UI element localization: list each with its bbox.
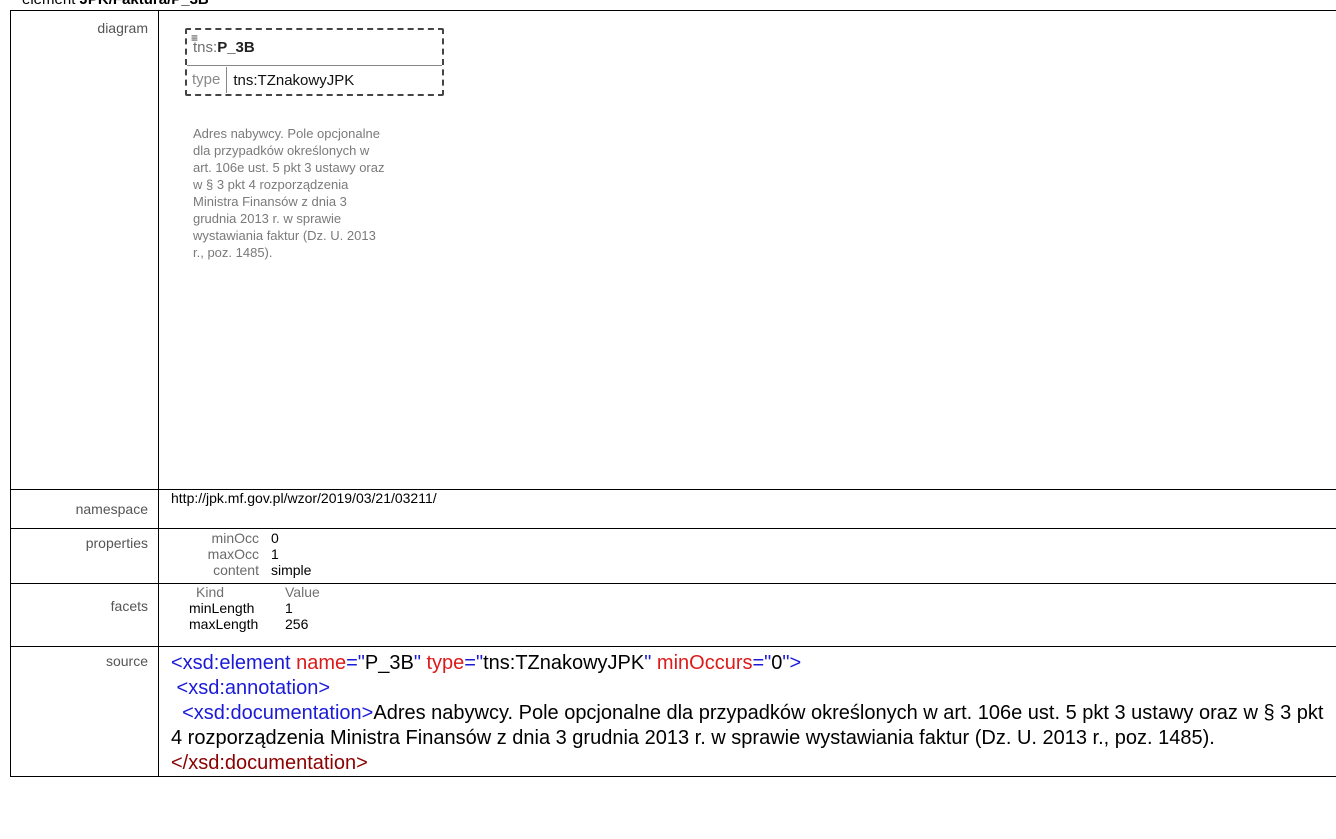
property-value: 0: [271, 530, 279, 546]
element-type-row: type tns:TZnakowyJPK: [187, 65, 442, 94]
source-attr-name: name: [290, 652, 347, 674]
namespace-label: namespace: [10, 489, 159, 529]
source-line-3: <xsd:documentation>Adres nabywcy. Pole o…: [171, 701, 1336, 776]
source-attr-value: P_3B: [364, 652, 414, 674]
facet-row: maxLength 256: [189, 616, 1336, 632]
type-label: type: [187, 67, 228, 93]
property-key: content: [213, 562, 259, 578]
element-prefix: tns:: [193, 39, 218, 56]
element-node-name: tns:P_3B: [193, 39, 255, 56]
source-tag-close: ">: [782, 652, 802, 674]
facets-label: facets: [10, 583, 159, 647]
facet-value: 1: [285, 600, 293, 616]
source-code: <xsd:element name="P_3B" type="tns:TZnak…: [159, 647, 1336, 776]
source-cell: <xsd:element name="P_3B" type="tns:TZnak…: [158, 646, 1336, 777]
element-doc-table: diagram ≡ tns:P_3B type tns:TZnakowyJPK …: [10, 10, 1336, 777]
namespace-value: http://jpk.mf.gov.pl/wzor/2019/03/21/032…: [171, 490, 437, 506]
facets-header: Kind Value: [189, 584, 1336, 600]
properties-label: properties: [10, 528, 159, 584]
page-title-element-path: JPK/Faktura/P_3B: [80, 0, 209, 8]
source-attr-type: type: [420, 652, 465, 674]
source-eq: =": [752, 652, 772, 674]
source-attr-value: 0: [771, 652, 783, 674]
element-node[interactable]: ≡ tns:P_3B type tns:TZnakowyJPK: [185, 28, 446, 98]
diagram-row: diagram ≡ tns:P_3B type tns:TZnakowyJPK …: [10, 10, 1336, 490]
source-documentation-open: <xsd:documentation>: [171, 702, 374, 724]
facets-header-kind: Kind: [196, 584, 225, 600]
properties-list: minOcc 0 maxOcc 1 content simple: [159, 529, 1336, 578]
facet-value: 256: [285, 616, 309, 632]
source-line-1: <xsd:element name="P_3B" type="tns:TZnak…: [171, 651, 1336, 676]
page-title: element JPK/Faktura/P_3B: [22, 0, 209, 9]
source-attr-minoccurs: minOccurs: [651, 652, 753, 674]
diagram-cell: ≡ tns:P_3B type tns:TZnakowyJPK Adres na…: [158, 10, 1336, 490]
facet-kind: minLength: [189, 600, 255, 616]
source-annotation-tag: <xsd:annotation>: [171, 677, 331, 699]
source-documentation-close: </xsd:documentation>: [171, 752, 368, 774]
facets-row: facets Kind Value minLength 1 maxLength 256: [10, 583, 1336, 647]
properties-cell: minOcc 0 maxOcc 1 content simple: [158, 528, 1336, 584]
facet-kind: maxLength: [189, 616, 259, 632]
property-key: minOcc: [211, 530, 259, 546]
facet-row: minLength 1: [189, 600, 1336, 616]
element-annotation: Adres nabywcy. Pole opcjonalne dla przyp…: [193, 126, 385, 260]
source-eq: =": [346, 652, 365, 674]
property-value: simple: [271, 562, 312, 578]
source-tag-open: <xsd:element: [171, 652, 291, 674]
namespace-cell: http://jpk.mf.gov.pl/wzor/2019/03/21/032…: [158, 489, 1336, 529]
source-attr-value: tns:TZnakowyJPK: [483, 652, 645, 674]
properties-row: properties minOcc 0 maxOcc 1 content simple: [10, 528, 1336, 584]
element-name: P_3B: [217, 39, 255, 56]
property-key: maxOcc: [207, 546, 259, 562]
diagram-label: diagram: [10, 10, 159, 490]
namespace-row: namespace http://jpk.mf.gov.pl/wzor/2019…: [10, 489, 1336, 529]
facets-cell: Kind Value minLength 1 maxLength 256: [158, 583, 1336, 647]
property-row: maxOcc 1: [197, 546, 1336, 562]
property-value: 1: [271, 546, 279, 562]
source-line-2: <xsd:annotation>: [171, 676, 1336, 701]
facets-table: Kind Value minLength 1 maxLength 256: [159, 584, 1336, 632]
source-row: source <xsd:element name="P_3B" type="tn…: [10, 646, 1336, 777]
source-quote: ": [413, 652, 421, 674]
source-label: source: [10, 646, 159, 777]
property-row: content simple: [197, 562, 1336, 578]
facets-header-value: Value: [285, 584, 320, 600]
source-eq: =": [464, 652, 484, 674]
property-row: minOcc 0: [197, 530, 1336, 546]
page-title-prefix: element: [22, 0, 80, 8]
type-value[interactable]: tns:TZnakowyJPK: [227, 72, 354, 89]
